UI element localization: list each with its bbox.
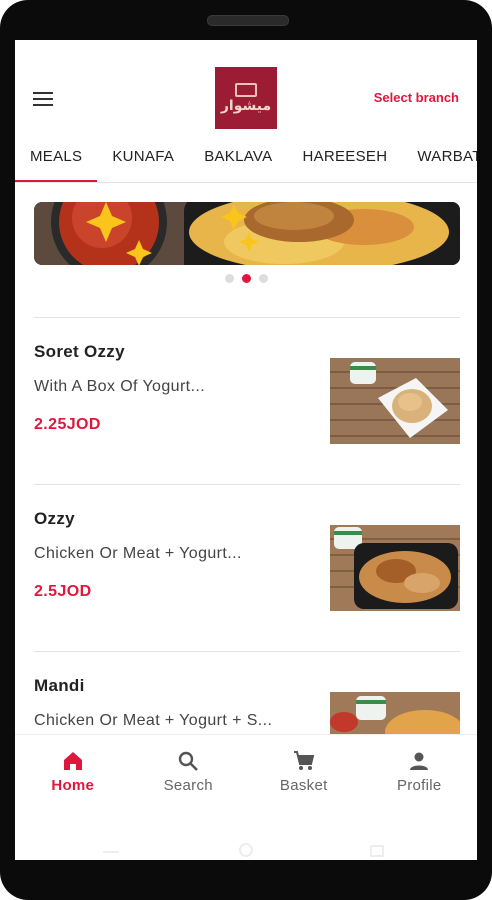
promo-banner[interactable]: [34, 202, 460, 265]
item-description: With A Box Of Yogurt...: [34, 378, 206, 395]
item-description: Chicken Or Meat + Yogurt + S...: [34, 712, 273, 729]
item-name: Mandi: [34, 676, 85, 695]
tab-warbat[interactable]: WARBAT: [402, 140, 477, 182]
home-icon: [63, 752, 82, 770]
person-icon: [410, 752, 429, 770]
app-screen: ميشوار Select branch MEALS KUNAFA BAKLAV…: [15, 40, 477, 860]
logo-text: ميشوار: [220, 98, 272, 114]
nav-profile[interactable]: Profile: [362, 735, 478, 811]
category-tabs: MEALS KUNAFA BAKLAVA HAREESEH WARBAT: [15, 140, 477, 182]
cart-icon: [293, 751, 315, 770]
carousel-dots: [15, 274, 477, 284]
item-image: [330, 358, 460, 444]
nav-search[interactable]: Search: [131, 735, 247, 811]
nav-search-label: Search: [163, 777, 213, 794]
item-price: 2.25JOD: [34, 416, 101, 433]
item-description: Chicken Or Meat + Yogurt...: [34, 545, 242, 562]
carousel-dot-3[interactable]: [258, 274, 268, 283]
hamburger-menu-icon[interactable]: [33, 92, 53, 106]
phone-frame: ميشوار Select branch MEALS KUNAFA BAKLAV…: [0, 0, 492, 900]
nav-home-label: Home: [51, 777, 95, 794]
carousel-dot-2[interactable]: [241, 274, 251, 283]
item-image: [330, 525, 460, 611]
item-price: 2.5JOD: [34, 583, 92, 600]
nav-profile-label: Profile: [396, 777, 442, 794]
list-item[interactable]: Ozzy Chicken Or Meat + Yogurt... 2.5JOD: [34, 484, 460, 651]
banner-food-image: [34, 202, 460, 265]
select-branch-link[interactable]: Select branch: [374, 90, 459, 105]
search-icon: [179, 751, 199, 771]
system-nav-bar: [15, 810, 477, 860]
phone-speaker: [207, 15, 289, 26]
tab-meals[interactable]: MEALS: [15, 140, 98, 182]
nav-basket-label: Basket: [279, 777, 328, 794]
tabs-divider: [15, 182, 477, 183]
item-name: Ozzy: [34, 509, 75, 528]
top-bar: ميشوار Select branch: [15, 40, 477, 140]
nav-basket[interactable]: Basket: [246, 735, 362, 811]
logo-mark: [235, 83, 257, 97]
nav-home[interactable]: Home: [15, 735, 131, 811]
tab-baklava[interactable]: BAKLAVA: [189, 140, 287, 182]
tab-kunafa[interactable]: KUNAFA: [97, 140, 189, 182]
bottom-navigation: Home Search Basket Profile: [15, 734, 477, 811]
carousel-dot-1[interactable]: [224, 274, 234, 283]
item-name: Soret Ozzy: [34, 342, 125, 361]
tab-hareeseh[interactable]: HAREESEH: [287, 140, 402, 182]
list-item[interactable]: Soret Ozzy With A Box Of Yogurt... 2.25J…: [34, 317, 460, 484]
brand-logo: ميشوار: [215, 67, 277, 129]
